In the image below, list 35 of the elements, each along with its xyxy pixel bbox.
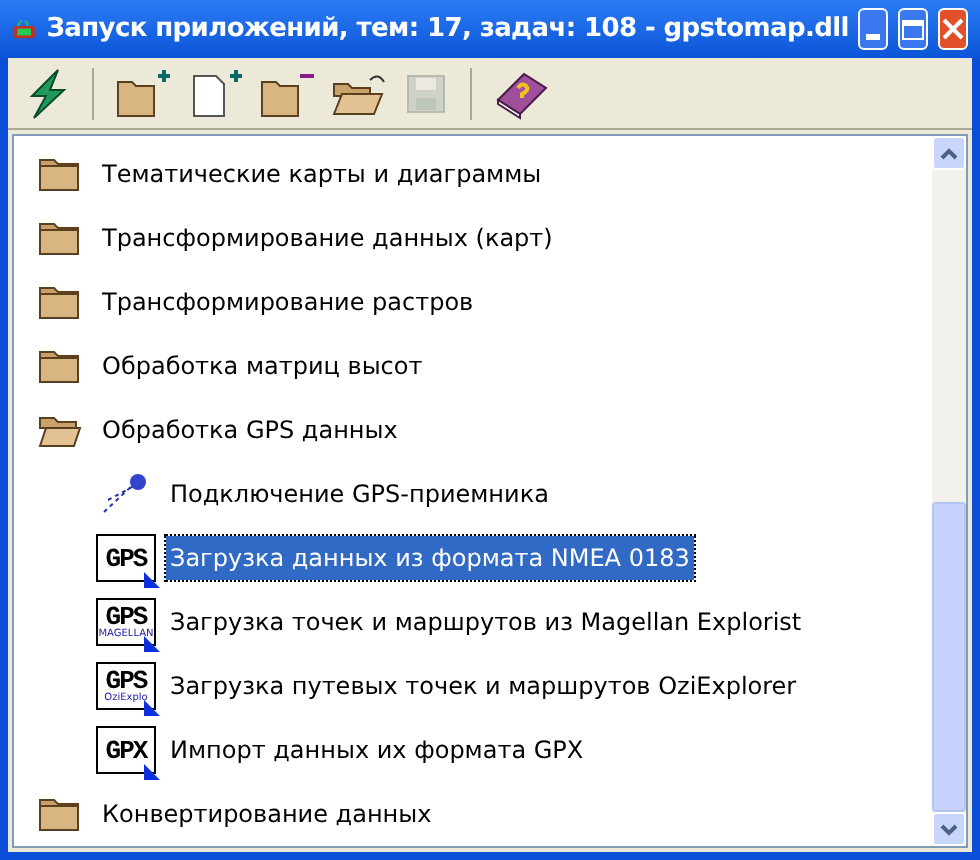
tree-item[interactable]: Загрузка данных из формата NMEA 0183 bbox=[166, 536, 694, 580]
gps-icon: GPS bbox=[96, 534, 156, 582]
window-title: Запуск приложений, тем: 17, задач: 108 - gpstomap.dll bbox=[46, 11, 849, 48]
satellite-receiver-icon bbox=[100, 472, 152, 516]
chevron-down-icon bbox=[940, 823, 958, 835]
folder-icon bbox=[38, 156, 82, 192]
folder-minus-icon[interactable] bbox=[258, 69, 318, 117]
scroll-up-button[interactable] bbox=[932, 136, 966, 170]
scrollbar[interactable] bbox=[932, 136, 966, 846]
folder-icon bbox=[38, 348, 82, 384]
lightning-icon[interactable] bbox=[24, 67, 72, 119]
close-button[interactable] bbox=[938, 8, 969, 50]
tree-item[interactable]: Загрузка точек и маршрутов из Magellan Explorist bbox=[166, 600, 806, 644]
folder-icon bbox=[38, 796, 82, 832]
minimize-button[interactable] bbox=[858, 8, 889, 50]
tree-item[interactable]: Подключение GPS-приемника bbox=[166, 472, 553, 516]
tree-item[interactable]: Обработка GPS данных bbox=[102, 412, 398, 448]
folder-icon bbox=[38, 284, 82, 320]
open-folder-icon[interactable] bbox=[330, 69, 390, 117]
chevron-up-icon bbox=[940, 147, 958, 159]
folder-plus-icon[interactable] bbox=[114, 69, 174, 117]
folder-icon bbox=[38, 220, 82, 256]
tree-item[interactable]: Загрузка путевых точек и маршрутов OziExplorer bbox=[166, 664, 801, 708]
tree-item[interactable]: Обработка матриц высот bbox=[102, 348, 423, 384]
scroll-thumb[interactable] bbox=[932, 502, 966, 812]
maximize-button[interactable] bbox=[898, 8, 929, 50]
scroll-down-button[interactable] bbox=[932, 812, 966, 846]
gps-icon: GPX bbox=[96, 726, 156, 774]
tree-item[interactable]: Импорт данных их формата GPX bbox=[166, 728, 588, 772]
open-folder-icon bbox=[38, 412, 82, 448]
tree-item[interactable]: Трансформирование растров bbox=[102, 284, 474, 320]
tree-item[interactable]: Трансформирование данных (карт) bbox=[102, 220, 553, 256]
tree-item[interactable]: Конвертирование данных bbox=[102, 796, 432, 832]
help-book-icon[interactable] bbox=[492, 67, 552, 119]
tree-item[interactable]: Тематические карты и диаграммы bbox=[102, 156, 542, 192]
